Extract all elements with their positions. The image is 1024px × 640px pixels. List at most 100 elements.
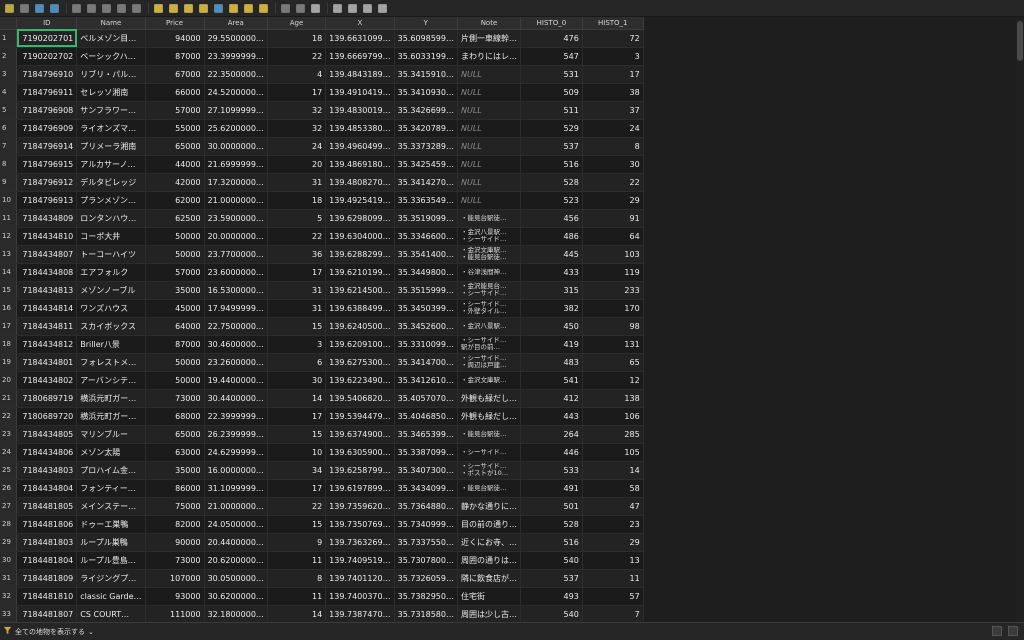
cell-h1[interactable]: 29 [582, 191, 644, 210]
cell-h0[interactable]: 264 [520, 425, 583, 444]
cell-id[interactable]: 7184796914 [16, 137, 78, 156]
cell-name[interactable]: ループル巣鴨 [76, 533, 146, 552]
column-header-x[interactable]: X [325, 17, 395, 30]
cell-note[interactable]: 隣に飲食店が… [457, 569, 521, 588]
cell-note[interactable]: 周囲の通りは… [457, 551, 521, 570]
table-row[interactable]: 23 7184434805 マリンブルー 65000 26.2399999… 15 139.… [0, 425, 1024, 444]
cell-note[interactable]: NULL [457, 119, 521, 138]
cell-age[interactable]: 20 [267, 155, 327, 174]
cell-note[interactable]: NULL [457, 173, 521, 192]
cell-note[interactable]: ・谷津浅間神… [457, 263, 521, 282]
cell-name[interactable]: ワンズハウス [76, 299, 146, 318]
delete-feature-icon[interactable] [86, 3, 97, 14]
row-number[interactable]: 33 [0, 605, 18, 622]
cell-h0[interactable]: 412 [520, 389, 583, 408]
cell-h0[interactable]: 491 [520, 479, 583, 498]
table-row[interactable]: 14 7184434808 エアフォルク 57000 23.6000000… 17 139.… [0, 263, 1024, 282]
cell-price[interactable]: 57000 [145, 263, 205, 282]
cell-price[interactable]: 62000 [145, 191, 205, 210]
cell-age[interactable]: 18 [267, 191, 327, 210]
cell-y[interactable]: 35.3410930… [394, 83, 458, 102]
cell-y[interactable]: 35.3420789… [394, 119, 458, 138]
cell-x[interactable]: 139.4808270… [325, 173, 395, 192]
table-row[interactable]: 33 7184481807 CS COURT… 111000 32.1800000… 14… [0, 605, 1024, 622]
cell-age[interactable]: 18 [267, 29, 327, 48]
cell-id[interactable]: 7184434811 [16, 317, 78, 336]
table-row[interactable]: 2 7190202702 ベーシックハ… 87000 23.3999999… 22 139.… [0, 47, 1024, 66]
cell-age[interactable]: 17 [267, 83, 327, 102]
table-row[interactable]: 7 7184796914 プリメーラ湘南 65000 30.0000000… 24 139.… [0, 137, 1024, 156]
table-row[interactable]: 3 7184796910 リブリ・パル… 67000 22.3500000… 4 139.4… [0, 65, 1024, 84]
reload-icon[interactable] [49, 3, 60, 14]
cell-age[interactable]: 22 [267, 47, 327, 66]
cell-name[interactable]: プリメーラ湘南 [76, 137, 146, 156]
cell-h0[interactable]: 433 [520, 263, 583, 282]
cell-price[interactable]: 44000 [145, 155, 205, 174]
row-number[interactable]: 31 [0, 569, 18, 588]
cell-id[interactable]: 7184434805 [16, 425, 78, 444]
row-number[interactable]: 5 [0, 101, 18, 120]
cell-h1[interactable]: 38 [582, 83, 644, 102]
column-header-age[interactable]: Age [267, 17, 327, 30]
cell-x[interactable]: 139.4869180… [325, 155, 395, 174]
cell-id[interactable]: 7184434808 [16, 263, 78, 282]
cell-h1[interactable]: 103 [582, 245, 644, 264]
cell-name[interactable]: プランメゾン… [76, 191, 146, 210]
cell-price[interactable]: 75000 [145, 497, 205, 516]
cell-area[interactable]: 23.7700000… [204, 245, 268, 264]
cell-h0[interactable]: 547 [520, 47, 583, 66]
cell-h1[interactable]: 29 [582, 533, 644, 552]
cell-note[interactable]: NULL [457, 83, 521, 102]
cell-area[interactable]: 22.3999999… [204, 407, 268, 426]
row-number[interactable]: 1 [0, 29, 18, 48]
cell-h1[interactable]: 285 [582, 425, 644, 444]
cell-price[interactable]: 87000 [145, 335, 205, 354]
row-number[interactable]: 29 [0, 533, 18, 552]
cell-price[interactable]: 93000 [145, 587, 205, 606]
cell-area[interactable]: 26.2399999… [204, 425, 268, 444]
row-number[interactable]: 7 [0, 137, 18, 156]
cell-h1[interactable]: 13 [582, 551, 644, 570]
column-header-note[interactable]: Note [457, 17, 521, 30]
cell-id[interactable]: 7184434812 [16, 335, 78, 354]
cell-x[interactable]: 139.6240500… [325, 317, 395, 336]
cell-age[interactable]: 11 [267, 551, 327, 570]
cell-area[interactable]: 20.0000000… [204, 227, 268, 246]
cell-h0[interactable]: 511 [520, 101, 583, 120]
cell-x[interactable]: 139.6197899… [325, 479, 395, 498]
cell-name[interactable]: コーポ大井 [76, 227, 146, 246]
table-row[interactable]: 8 7184796915 アルカサーノ… 44000 21.6999999… 20 139.… [0, 155, 1024, 174]
table-row[interactable]: 18 7184434812 Briller八景 87000 30.4600000… 3 13… [0, 335, 1024, 354]
cell-name[interactable]: デルタビレッジ [76, 173, 146, 192]
cell-h1[interactable]: 119 [582, 263, 644, 282]
cell-age[interactable]: 6 [267, 353, 327, 372]
cell-y[interactable]: 35.3415910… [394, 65, 458, 84]
cell-id[interactable]: 7184434814 [16, 299, 78, 318]
cell-price[interactable]: 63000 [145, 443, 205, 462]
cell-note[interactable]: 静かな通りに… [457, 497, 521, 516]
cell-note[interactable]: NULL [457, 101, 521, 120]
cell-price[interactable]: 50000 [145, 371, 205, 390]
cell-h1[interactable]: 233 [582, 281, 644, 300]
cell-note[interactable]: ・シーサイド… ・ポストが10… [457, 461, 521, 480]
cell-h0[interactable]: 493 [520, 587, 583, 606]
cell-y[interactable]: 35.4057070… [394, 389, 458, 408]
cell-note[interactable]: 周囲は少し古… [457, 605, 521, 622]
cell-age[interactable]: 8 [267, 569, 327, 588]
cell-x[interactable]: 139.7350769… [325, 515, 395, 534]
select-by-expression-icon[interactable] [153, 3, 164, 14]
cell-id[interactable]: 7184434813 [16, 281, 78, 300]
cell-name[interactable]: 横浜元町ガー… [76, 389, 146, 408]
cell-x[interactable]: 139.4843189… [325, 65, 395, 84]
cell-x[interactable]: 139.6209100… [325, 335, 395, 354]
cell-x[interactable]: 139.4910419… [325, 83, 395, 102]
cell-y[interactable]: 35.3450399… [394, 299, 458, 318]
table-row[interactable]: 17 7184434811 スカイボックス 64000 22.7500000… 15 139… [0, 317, 1024, 336]
cell-age[interactable]: 9 [267, 533, 327, 552]
cell-id[interactable]: 7184481806 [16, 515, 78, 534]
cell-h1[interactable]: 22 [582, 173, 644, 192]
cell-y[interactable]: 35.3363549… [394, 191, 458, 210]
cell-price[interactable]: 42000 [145, 173, 205, 192]
cell-name[interactable]: ロンタンハウ… [76, 209, 146, 228]
cell-age[interactable]: 4 [267, 65, 327, 84]
